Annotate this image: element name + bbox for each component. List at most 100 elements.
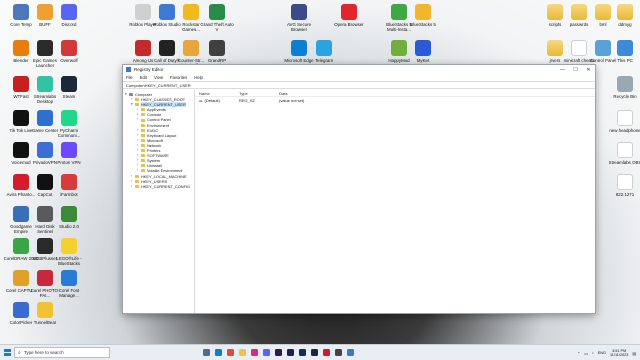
desktop-icon-label: Overwolf (60, 58, 78, 63)
chevron-up-icon[interactable]: ⌃ (577, 351, 580, 356)
window-title: Registry Editor (134, 67, 164, 72)
desktop-icon[interactable]: TunnelBear (26, 300, 64, 336)
title-bar[interactable]: Registry Editor — ☐ ✕ (123, 65, 595, 74)
close-button[interactable]: ✕ (582, 67, 595, 73)
menu-help[interactable]: Help (194, 75, 203, 80)
opera-icon (322, 349, 330, 356)
taskbar-app[interactable] (236, 345, 248, 360)
desktop-icon-label: iFarmbot (60, 192, 78, 197)
app-icon (61, 206, 77, 222)
value-data: (value not set) (279, 98, 305, 103)
desktop-icon-label: MyKet (416, 58, 430, 63)
desktop-icon[interactable]: Corel Font Manage... (50, 268, 88, 304)
folder-icon (141, 149, 145, 153)
column-name[interactable]: Name (199, 91, 239, 96)
app-icon (415, 4, 431, 20)
taskbar-app[interactable] (284, 345, 296, 360)
app-icon (209, 40, 225, 56)
taskbar-app[interactable] (260, 345, 272, 360)
app-icon (61, 40, 77, 56)
app-icon (183, 40, 199, 56)
taskbar-app[interactable] (224, 345, 236, 360)
tree-node-label: HKEY_CURRENT_CONFIG (141, 183, 191, 189)
folder-icon (617, 4, 633, 20)
app-icon (37, 302, 53, 318)
desktop-icon[interactable]: Discord (50, 2, 88, 38)
expand-arrow-icon[interactable]: › (131, 184, 134, 189)
desktop-icon[interactable]: Streamlabs OBS (606, 140, 640, 176)
app-icon (617, 76, 633, 92)
menu-view[interactable]: View (154, 75, 163, 80)
values-pane: Name Type Data ab (Default) REG_SZ (value… (195, 90, 595, 313)
start-button[interactable] (0, 345, 14, 360)
desktop-icon-label: TunnelBear (33, 320, 57, 325)
language-indicator[interactable]: ENG (598, 351, 606, 355)
desktop-icon[interactable]: Studio 2.0 (50, 204, 88, 240)
clock[interactable]: 3:51 PM 11/11/2023 (610, 349, 628, 358)
desktop-icon[interactable]: Recycle Bin (606, 74, 640, 110)
desktop-icon-label: Proton VPN (57, 160, 81, 165)
taskbar-app[interactable] (320, 345, 332, 360)
desktop-icon[interactable]: iFarmbot (50, 172, 88, 208)
app-icon (415, 40, 431, 56)
desktop-icon[interactable]: This PC (606, 38, 640, 74)
folder-icon (141, 113, 145, 117)
desktop-icon-label: Streamlabs OBS (608, 160, 640, 165)
regedit-icon (126, 67, 131, 72)
desktop-icon[interactable]: ddmyg (606, 2, 640, 38)
folder-icon (141, 154, 145, 158)
desktop-icon-label: Recycle Bin (613, 94, 637, 99)
folder-icon (135, 184, 139, 188)
folder-icon (141, 108, 145, 112)
desktop-icon[interactable]: Steam (50, 74, 88, 110)
desktop-icon[interactable]: BlueStacks 5 (404, 2, 442, 38)
taskbar-search[interactable]: ⌕ Type here to search (14, 347, 110, 358)
tree-node[interactable]: › HKEY_CURRENT_CONFIG (123, 184, 194, 189)
volume-icon[interactable]: ♪ (592, 351, 594, 355)
taskbar-app[interactable] (296, 345, 308, 360)
taskbar-app[interactable] (272, 345, 284, 360)
folder-icon (141, 164, 145, 168)
desktop-icon[interactable]: Grand Theft Auto V (198, 2, 236, 38)
desktop-icon[interactable]: 822.1271 (606, 172, 640, 208)
desktop-icon[interactable]: Opera Browser (330, 2, 368, 38)
app-icon (61, 142, 77, 158)
taskbar-app[interactable] (248, 345, 260, 360)
registry-editor-window[interactable]: Registry Editor — ☐ ✕ File Edit View Fav… (122, 64, 596, 314)
notifications-icon[interactable]: ▤ (632, 351, 636, 356)
value-type: REG_SZ (239, 98, 256, 103)
desktop-icon-label: Steam (62, 94, 76, 99)
desktop-icon[interactable]: LEGO®Life - BlueStacks (50, 236, 88, 272)
desktop-icon[interactable]: PyCharm Communi... (50, 108, 88, 144)
minimize-button[interactable]: — (556, 67, 569, 73)
menu-favorites[interactable]: Favorites (170, 75, 187, 80)
desktop-icon[interactable]: Overwolf (50, 38, 88, 74)
taskbar-app[interactable] (212, 345, 224, 360)
taskbar-app[interactable] (332, 345, 344, 360)
app-icon (61, 174, 77, 190)
address-bar[interactable]: Computer\HKEY_CURRENT_USER (123, 81, 595, 89)
menu-file[interactable]: File (126, 75, 133, 80)
column-type[interactable]: Type (239, 91, 279, 96)
network-icon[interactable]: ▭ (584, 351, 588, 356)
taskbar-app[interactable] (200, 345, 212, 360)
column-data[interactable]: Data (279, 91, 359, 96)
app-icon (61, 76, 77, 92)
value-row[interactable]: ab (Default) REG_SZ (value not set) (195, 97, 595, 104)
menu-edit[interactable]: Edit (140, 75, 147, 80)
app-icon (61, 110, 77, 126)
pinned-apps (200, 345, 356, 360)
desktop-icon-label: LEGO®Life - BlueStacks (56, 256, 82, 266)
taskbar-app[interactable] (308, 345, 320, 360)
desktop-icon[interactable]: Proton VPN (50, 140, 88, 176)
taskbar-app[interactable] (344, 345, 356, 360)
desktop-icon[interactable]: AVG Secure Browser (280, 2, 318, 38)
values-header: Name Type Data (195, 90, 595, 97)
maximize-button[interactable]: ☐ (569, 67, 582, 73)
desktop-icon-label: AVG Secure Browser (286, 22, 312, 32)
desktop-icon-label: Studio 2.0 (59, 224, 79, 229)
desktop-icon[interactable]: new headphone (606, 108, 640, 144)
app-icon (183, 4, 199, 20)
clock-date: 11/11/2023 (609, 353, 629, 357)
system-tray: ⌃ ▭ ♪ ENG 3:51 PM 11/11/2023 ▤ (577, 345, 636, 360)
